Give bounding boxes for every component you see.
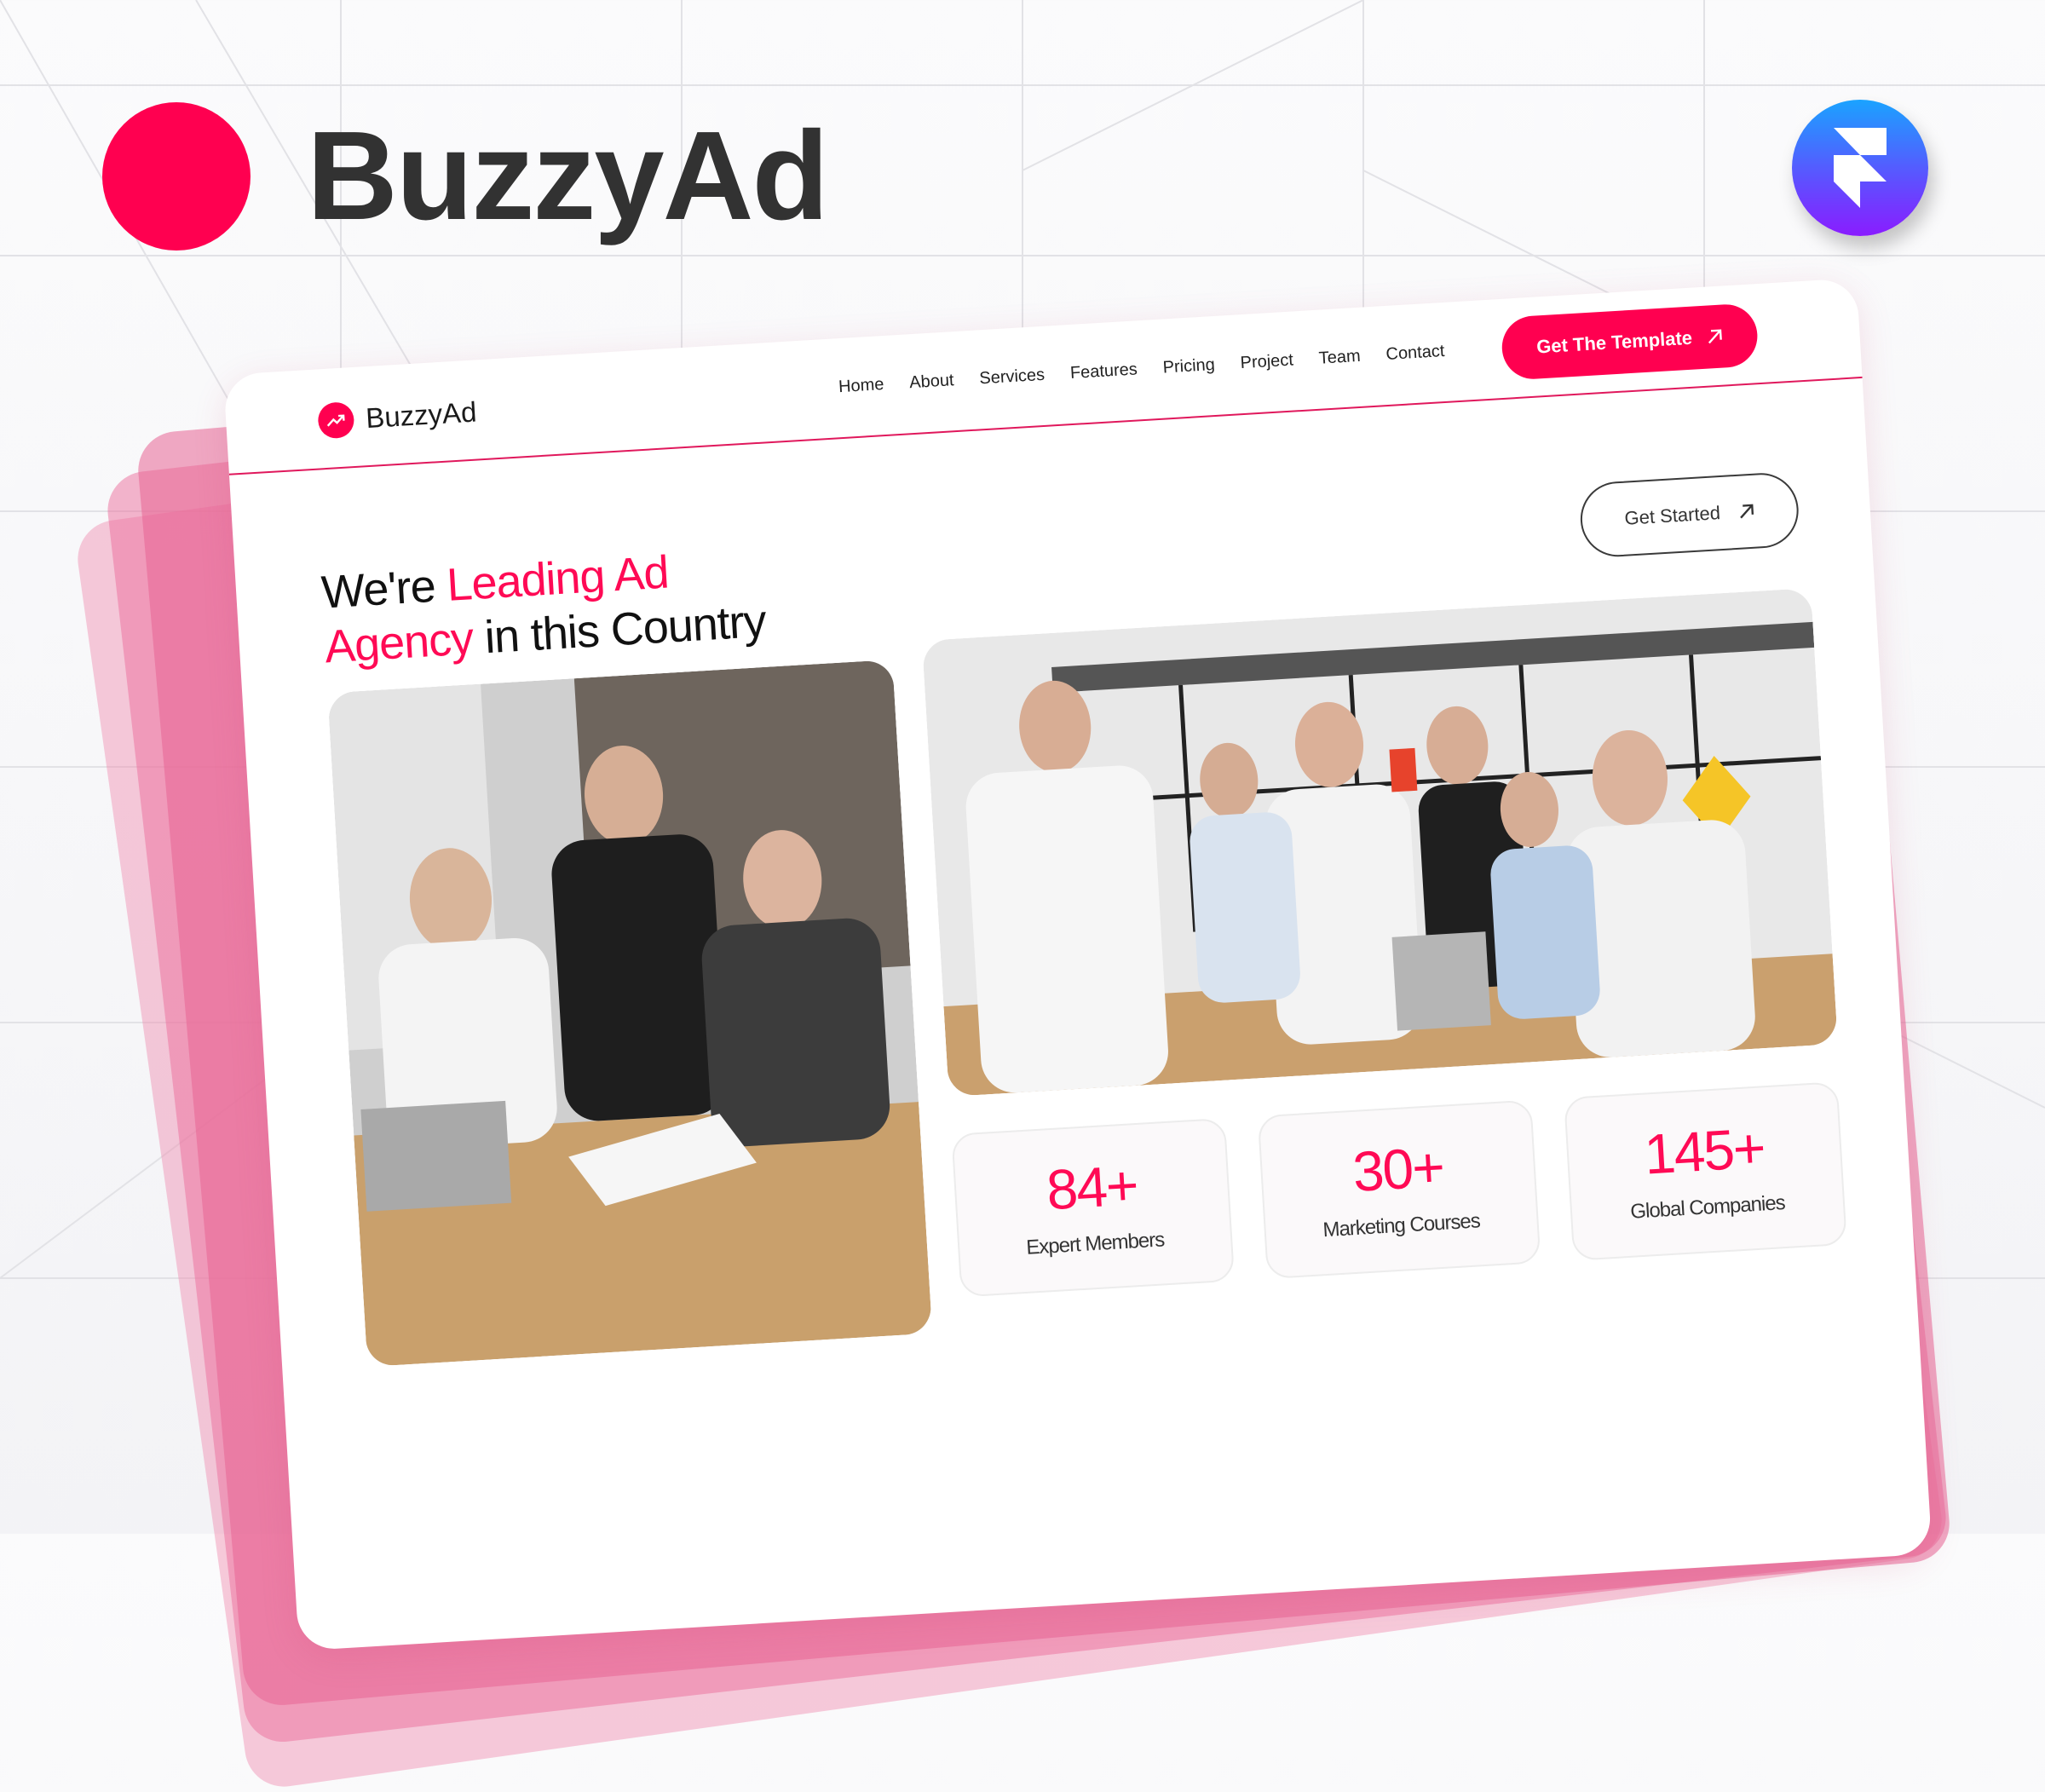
- nav-pricing[interactable]: Pricing: [1162, 355, 1215, 378]
- arrow-up-right-icon: [1740, 504, 1754, 519]
- hero-title-part: We're: [320, 559, 449, 619]
- hero-title-highlight: Agency: [323, 613, 475, 673]
- stat-value: 30+: [1351, 1134, 1445, 1203]
- stat-card: 84+ Expert Members: [951, 1117, 1236, 1298]
- nav-project[interactable]: Project: [1240, 351, 1294, 374]
- site-logo-text: BuzzyAd: [365, 395, 478, 435]
- nav-contact[interactable]: Contact: [1385, 342, 1445, 365]
- stat-value: 145+: [1642, 1115, 1766, 1186]
- team-celebration-photo: [921, 587, 1838, 1097]
- nav-menu: Home About Services Features Pricing Pro…: [838, 342, 1445, 397]
- team-meeting-photo: [327, 660, 933, 1368]
- get-started-label: Get Started: [1623, 502, 1721, 529]
- site-logo[interactable]: BuzzyAd: [317, 394, 478, 440]
- nav-features[interactable]: Features: [1069, 360, 1138, 383]
- nav-team[interactable]: Team: [1318, 347, 1361, 369]
- stat-value: 84+: [1045, 1153, 1139, 1222]
- stat-card: 30+ Marketing Courses: [1257, 1099, 1541, 1280]
- template-preview: BuzzyAd Home About Services Features Pri…: [0, 0, 2045, 1792]
- get-template-label: Get The Template: [1535, 326, 1693, 358]
- trending-up-icon: [317, 401, 355, 440]
- hero-title-highlight: Leading Ad: [445, 546, 671, 611]
- get-started-button[interactable]: Get Started: [1578, 470, 1801, 559]
- nav-home[interactable]: Home: [838, 375, 884, 397]
- stats-row: 84+ Expert Members 30+ Marketing Courses…: [951, 1081, 1847, 1298]
- stat-label: Expert Members: [1025, 1228, 1165, 1259]
- nav-about[interactable]: About: [909, 371, 955, 393]
- stat-card: 145+ Global Companies: [1564, 1081, 1847, 1261]
- get-template-button[interactable]: Get The Template: [1500, 303, 1760, 381]
- stat-label: Marketing Courses: [1322, 1209, 1481, 1242]
- website-mockup: BuzzyAd Home About Services Features Pri…: [223, 278, 1933, 1651]
- site-navbar: BuzzyAd Home About Services Features Pri…: [223, 278, 1863, 475]
- stat-label: Global Companies: [1629, 1191, 1786, 1224]
- hero-title: We're Leading Ad Agency in this Country: [320, 539, 768, 675]
- arrow-up-right-icon: [1708, 329, 1723, 344]
- nav-services[interactable]: Services: [979, 366, 1046, 389]
